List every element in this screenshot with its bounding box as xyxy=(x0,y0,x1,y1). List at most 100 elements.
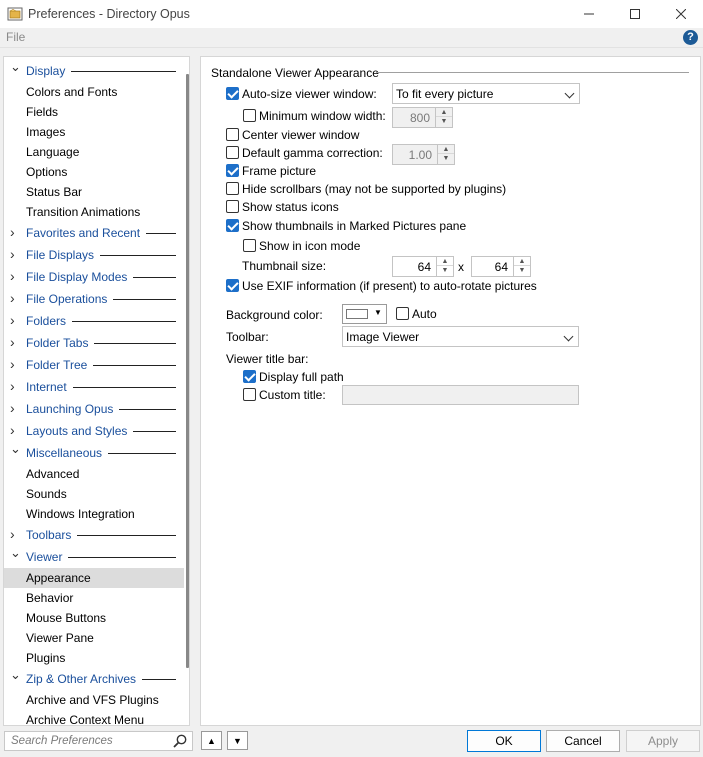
hide-scrollbars-checkbox[interactable] xyxy=(226,182,239,195)
tree-item-language[interactable]: Language xyxy=(4,142,184,162)
chevron-right-icon[interactable]: › xyxy=(10,265,20,287)
tree-item-appearance[interactable]: Appearance xyxy=(4,568,184,588)
min-width-spinner[interactable]: 800 ▲ ▼ xyxy=(392,107,453,128)
spin-up-icon[interactable]: ▲ xyxy=(436,108,452,117)
tree-category-file-displays[interactable]: › File Displays xyxy=(4,244,184,266)
category-divider xyxy=(108,453,176,454)
tree-item-advanced[interactable]: Advanced xyxy=(4,464,184,484)
frame-picture-checkbox[interactable] xyxy=(226,164,239,177)
next-match-button[interactable]: ▼ xyxy=(227,731,248,750)
custom-title-input[interactable] xyxy=(342,385,579,405)
chevron-right-icon[interactable]: › xyxy=(10,375,20,397)
tree-category-folders[interactable]: › Folders xyxy=(4,310,184,332)
tree-category-favorites-and-recent[interactable]: › Favorites and Recent xyxy=(4,222,184,244)
thumbnail-width-spinner[interactable]: 64 ▲ ▼ xyxy=(392,256,454,277)
chevron-down-icon[interactable]: ⌄ xyxy=(10,57,21,78)
auto-size-combo[interactable]: To fit every picture xyxy=(392,83,580,104)
tree-category-internet[interactable]: › Internet xyxy=(4,376,184,398)
spin-up-icon[interactable]: ▲ xyxy=(437,257,453,266)
spin-down-icon[interactable]: ▼ xyxy=(436,117,452,126)
cancel-button[interactable]: Cancel xyxy=(546,730,620,752)
center-window-checkbox[interactable] xyxy=(226,128,239,141)
tree-item-viewer-pane[interactable]: Viewer Pane xyxy=(4,628,184,648)
chevron-right-icon[interactable]: › xyxy=(10,309,20,331)
min-width-value: 800 xyxy=(409,111,430,125)
tree-item-fields[interactable]: Fields xyxy=(4,102,184,122)
spin-down-icon[interactable]: ▼ xyxy=(437,266,453,275)
toolbar-label: Toolbar: xyxy=(226,330,269,344)
tree-category-folder-tree[interactable]: › Folder Tree xyxy=(4,354,184,376)
minimize-button[interactable] xyxy=(566,0,612,28)
menu-file[interactable]: File xyxy=(6,30,25,44)
tree-category-folder-tabs[interactable]: › Folder Tabs xyxy=(4,332,184,354)
help-icon[interactable]: ? xyxy=(683,30,698,45)
tree-item-archive-and-vfs-plugins[interactable]: Archive and VFS Plugins xyxy=(4,690,184,710)
auto-color-label: Auto xyxy=(412,307,437,321)
tree-item-mouse-buttons[interactable]: Mouse Buttons xyxy=(4,608,184,628)
status-icons-checkbox[interactable] xyxy=(226,200,239,213)
arrow-up-icon: ▲ xyxy=(207,735,216,746)
auto-size-checkbox[interactable] xyxy=(226,87,239,100)
tree-item-colors-and-fonts[interactable]: Colors and Fonts xyxy=(4,82,184,102)
tree-category-toolbars[interactable]: › Toolbars xyxy=(4,524,184,546)
ok-button[interactable]: OK xyxy=(467,730,541,752)
tree-category-miscellaneous[interactable]: ⌄ Miscellaneous xyxy=(4,441,184,464)
spin-down-icon[interactable]: ▼ xyxy=(514,266,530,275)
close-button[interactable] xyxy=(658,0,703,28)
tree-category-launching-opus[interactable]: › Launching Opus xyxy=(4,398,184,420)
toolbar-combo[interactable]: Image Viewer xyxy=(342,326,579,347)
tree-item-transition-animations[interactable]: Transition Animations xyxy=(4,202,184,222)
tree-category-file-display-modes[interactable]: › File Display Modes xyxy=(4,266,184,288)
search-icon[interactable] xyxy=(173,734,187,748)
preferences-tree[interactable]: ⌄ Display Colors and Fonts Fields Images Lang… xyxy=(3,56,190,726)
chevron-right-icon[interactable]: › xyxy=(10,397,20,419)
maximize-button[interactable] xyxy=(612,0,658,28)
tree-scrollbar[interactable] xyxy=(186,74,189,668)
background-color-picker[interactable]: ▼ xyxy=(342,304,387,324)
tree-item-behavior[interactable]: Behavior xyxy=(4,588,184,608)
spin-down-icon[interactable]: ▼ xyxy=(438,154,454,163)
tree-item-status-bar[interactable]: Status Bar xyxy=(4,182,184,202)
exif-checkbox[interactable] xyxy=(226,279,239,292)
tree-item-label: Fields xyxy=(26,105,59,119)
tree-item-plugins[interactable]: Plugins xyxy=(4,648,184,668)
gamma-checkbox[interactable] xyxy=(226,146,239,159)
tree-item-options[interactable]: Options xyxy=(4,162,184,182)
spin-up-icon[interactable]: ▲ xyxy=(514,257,530,266)
tree-category-layouts-and-styles[interactable]: › Layouts and Styles xyxy=(4,420,184,442)
tree-item-label: Folders xyxy=(26,314,67,328)
tree-item-label: Display xyxy=(26,64,66,78)
apply-button[interactable]: Apply xyxy=(626,730,700,752)
gamma-spinner[interactable]: 1.00 ▲ ▼ xyxy=(392,144,455,165)
chevron-right-icon[interactable]: › xyxy=(10,353,20,375)
spin-up-icon[interactable]: ▲ xyxy=(438,145,454,154)
auto-color-checkbox[interactable] xyxy=(396,307,409,320)
tree-item-windows-integration[interactable]: Windows Integration xyxy=(4,504,184,524)
search-box[interactable]: Search Preferences xyxy=(4,731,193,751)
chevron-right-icon[interactable]: › xyxy=(10,221,20,243)
group-title: Standalone Viewer Appearance xyxy=(211,66,379,80)
min-width-checkbox[interactable] xyxy=(243,109,256,122)
tree-category-viewer[interactable]: ⌄ Viewer xyxy=(4,545,184,568)
center-window-label: Center viewer window xyxy=(242,128,360,142)
chevron-down-icon[interactable]: ⌄ xyxy=(10,664,21,686)
thumbnails-checkbox[interactable] xyxy=(226,219,239,232)
chevron-right-icon[interactable]: › xyxy=(10,243,20,265)
custom-title-checkbox[interactable] xyxy=(243,388,256,401)
chevron-right-icon[interactable]: › xyxy=(10,331,20,353)
chevron-right-icon[interactable]: › xyxy=(10,287,20,309)
previous-match-button[interactable]: ▲ xyxy=(201,731,222,750)
tree-item-sounds[interactable]: Sounds xyxy=(4,484,184,504)
tree-category-zip-other-archives[interactable]: ⌄ Zip & Other Archives xyxy=(4,667,184,690)
tree-category-display[interactable]: ⌄ Display xyxy=(4,59,184,82)
gamma-label: Default gamma correction: xyxy=(242,146,383,160)
chevron-down-icon[interactable]: ⌄ xyxy=(10,542,21,564)
tree-item-archive-context-menu[interactable]: Archive Context Menu xyxy=(4,710,184,725)
full-path-checkbox[interactable] xyxy=(243,370,256,383)
tree-category-file-operations[interactable]: › File Operations xyxy=(4,288,184,310)
tree-item-images[interactable]: Images xyxy=(4,122,184,142)
chevron-down-icon[interactable]: ⌄ xyxy=(10,438,21,460)
thumbnail-height-spinner[interactable]: 64 ▲ ▼ xyxy=(471,256,531,277)
auto-size-combo-value: To fit every picture xyxy=(396,87,494,101)
icon-mode-checkbox[interactable] xyxy=(243,239,256,252)
